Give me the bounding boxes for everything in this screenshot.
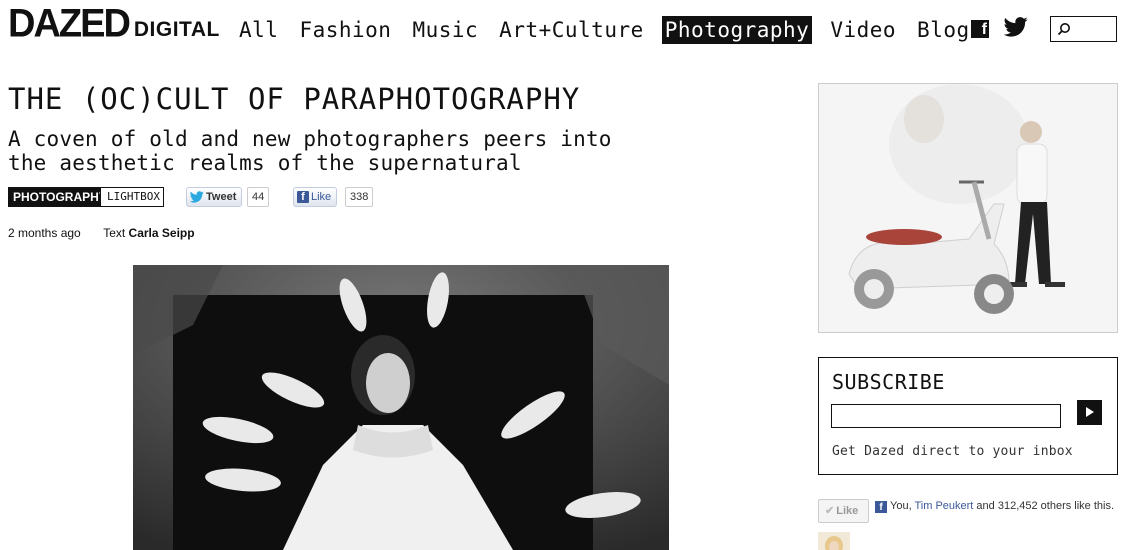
like-count: 338 (345, 187, 374, 207)
publish-time: 2 months ago (8, 226, 81, 240)
facebook-icon: f (875, 501, 887, 513)
facebook-social-text: f You, Tim Peukert and 312,452 others lik… (875, 499, 1125, 513)
nav-all[interactable]: All (236, 16, 281, 44)
nav-video[interactable]: Video (827, 16, 899, 44)
subscribe-tagline: Get Dazed direct to your inbox (832, 444, 1073, 459)
subscribe-title: SUBSCRIBE (832, 370, 945, 394)
logo-dazed: DAZED (8, 1, 131, 47)
fb-prefix: You, (890, 500, 915, 512)
tweet-label: Tweet (206, 191, 237, 203)
subscribe-email-input[interactable] (831, 404, 1061, 428)
tag-photography[interactable]: PHOTOGRAPHY (8, 187, 121, 207)
main-nav: All Fashion Music Art+Culture Photograph… (236, 16, 1001, 44)
subscribe-box: SUBSCRIBE Get Dazed direct to your inbox (818, 357, 1118, 475)
dazed-digital-logo[interactable]: DAZED DIGITAL (8, 1, 220, 47)
fb-suffix: and 312,452 others like this. (973, 500, 1115, 512)
nav-art-culture[interactable]: Art+Culture (496, 16, 647, 44)
article-hero-image (133, 265, 669, 550)
logo-digital: DIGITAL (133, 18, 220, 41)
text-label: Text (103, 226, 126, 240)
nav-fashion[interactable]: Fashion (296, 16, 394, 44)
author-name[interactable]: Carla Seipp (129, 226, 195, 240)
sidebar-facebook-like-button[interactable]: ✔ Like (818, 499, 869, 523)
article-title: THE (OC)CULT OF PARAPHOTOGRAPHY (8, 82, 581, 116)
article-subtitle: A coven of old and new photographers pee… (8, 127, 612, 175)
like-label: Like (311, 191, 332, 203)
check-icon: ✔ (825, 505, 835, 517)
avatar[interactable] (818, 532, 850, 550)
fb-friend-link[interactable]: Tim Peukert (914, 500, 973, 512)
tweet-count: 44 (247, 187, 270, 207)
facebook-like-button[interactable]: f Like (293, 187, 338, 207)
article-meta: 2 months ago Text Carla Seipp (8, 226, 195, 240)
subscribe-submit-button[interactable] (1077, 400, 1102, 425)
advertisement-banner[interactable] (818, 83, 1118, 333)
tag-lightbox[interactable]: LIGHTBOX (100, 187, 164, 207)
tweet-button[interactable]: Tweet (186, 187, 243, 207)
nav-photography[interactable]: Photography (661, 16, 813, 44)
twitter-bird-icon (190, 191, 204, 203)
sidebar-like-label: Like (836, 505, 859, 517)
facebook-icon[interactable]: f (971, 20, 989, 38)
search-icon (1057, 23, 1070, 36)
search-input[interactable] (1050, 16, 1117, 42)
nav-music[interactable]: Music (409, 16, 481, 44)
twitter-icon[interactable] (1003, 16, 1028, 38)
facebook-icon: f (297, 191, 309, 203)
